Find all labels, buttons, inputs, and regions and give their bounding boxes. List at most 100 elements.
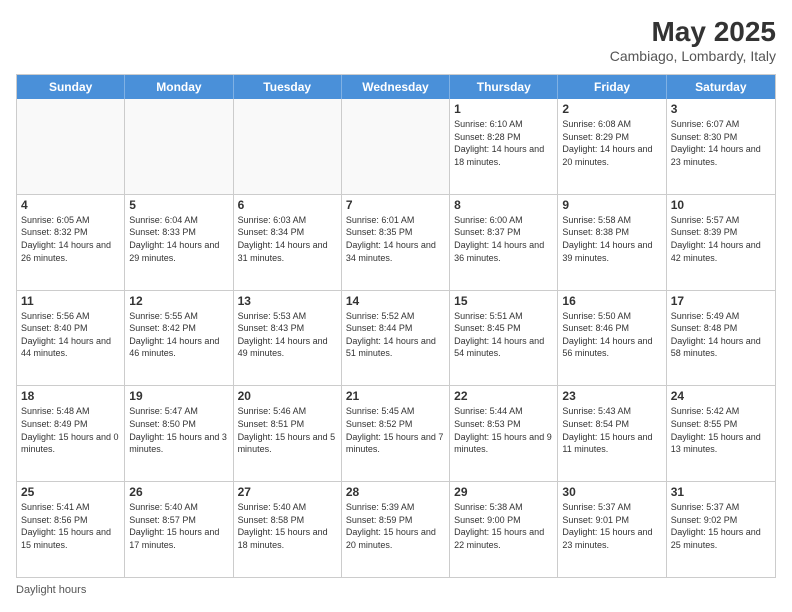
day-number: 21 <box>346 389 445 403</box>
cal-cell: 7 Sunrise: 6:01 AM Sunset: 8:35 PM Daylig… <box>342 195 450 290</box>
cell-info: Sunrise: 5:58 AM Sunset: 8:38 PM Dayligh… <box>562 214 661 264</box>
cal-cell <box>342 99 450 194</box>
cal-cell: 13Sunrise: 5:53 AM Sunset: 8:43 PM Dayli… <box>234 291 342 386</box>
calendar-header: SundayMondayTuesdayWednesdayThursdayFrid… <box>17 75 775 99</box>
cal-cell: 15Sunrise: 5:51 AM Sunset: 8:45 PM Dayli… <box>450 291 558 386</box>
cell-info: Sunrise: 5:50 AM Sunset: 8:46 PM Dayligh… <box>562 310 661 360</box>
subtitle: Cambiago, Lombardy, Italy <box>610 48 776 64</box>
cal-cell: 4Sunrise: 6:05 AM Sunset: 8:32 PM Daylig… <box>17 195 125 290</box>
header-cell-monday: Monday <box>125 75 233 99</box>
cal-cell: 6 Sunrise: 6:03 AM Sunset: 8:34 PM Daylig… <box>234 195 342 290</box>
cell-info: Sunrise: 5:46 AM Sunset: 8:51 PM Dayligh… <box>238 405 337 455</box>
cell-info: Sunrise: 6:08 AM Sunset: 8:29 PM Dayligh… <box>562 118 661 168</box>
day-number: 29 <box>454 485 553 499</box>
day-number: 24 <box>671 389 771 403</box>
cell-info: Sunrise: 5:40 AM Sunset: 8:57 PM Dayligh… <box>129 501 228 551</box>
cal-cell: 1 Sunrise: 6:10 AM Sunset: 8:28 PM Daylig… <box>450 99 558 194</box>
cal-cell: 20 Sunrise: 5:46 AM Sunset: 8:51 PM Dayli… <box>234 386 342 481</box>
day-number: 20 <box>238 389 337 403</box>
cell-info: Sunrise: 5:37 AM Sunset: 9:01 PM Dayligh… <box>562 501 661 551</box>
day-number: 19 <box>129 389 228 403</box>
cell-info: Sunrise: 5:37 AM Sunset: 9:02 PM Dayligh… <box>671 501 771 551</box>
cal-cell: 31Sunrise: 5:37 AM Sunset: 9:02 PM Dayli… <box>667 482 775 577</box>
cell-info: Sunrise: 5:56 AM Sunset: 8:40 PM Dayligh… <box>21 310 120 360</box>
week-row-4: 18Sunrise: 5:48 AM Sunset: 8:49 PM Dayli… <box>17 386 775 482</box>
cal-cell: 9 Sunrise: 5:58 AM Sunset: 8:38 PM Daylig… <box>558 195 666 290</box>
cal-cell: 21 Sunrise: 5:45 AM Sunset: 8:52 PM Dayli… <box>342 386 450 481</box>
cal-cell: 18Sunrise: 5:48 AM Sunset: 8:49 PM Dayli… <box>17 386 125 481</box>
page: May 2025 Cambiago, Lombardy, Italy Sunda… <box>0 0 792 612</box>
cell-info: Sunrise: 6:10 AM Sunset: 8:28 PM Dayligh… <box>454 118 553 168</box>
cal-cell: 8Sunrise: 6:00 AM Sunset: 8:37 PM Daylig… <box>450 195 558 290</box>
header-cell-thursday: Thursday <box>450 75 558 99</box>
cell-info: Sunrise: 6:07 AM Sunset: 8:30 PM Dayligh… <box>671 118 771 168</box>
day-number: 7 <box>346 198 445 212</box>
day-number: 22 <box>454 389 553 403</box>
day-number: 30 <box>562 485 661 499</box>
day-number: 25 <box>21 485 120 499</box>
cell-info: Sunrise: 5:47 AM Sunset: 8:50 PM Dayligh… <box>129 405 228 455</box>
cal-cell <box>234 99 342 194</box>
footer: Daylight hours <box>16 584 776 596</box>
cell-info: Sunrise: 5:52 AM Sunset: 8:44 PM Dayligh… <box>346 310 445 360</box>
day-number: 12 <box>129 294 228 308</box>
header-cell-wednesday: Wednesday <box>342 75 450 99</box>
header: May 2025 Cambiago, Lombardy, Italy <box>16 16 776 64</box>
cell-info: Sunrise: 5:41 AM Sunset: 8:56 PM Dayligh… <box>21 501 120 551</box>
calendar-body: 1 Sunrise: 6:10 AM Sunset: 8:28 PM Daylig… <box>17 99 775 577</box>
calendar: SundayMondayTuesdayWednesdayThursdayFrid… <box>16 74 776 578</box>
day-number: 9 <box>562 198 661 212</box>
cal-cell <box>17 99 125 194</box>
cal-cell: 27 Sunrise: 5:40 AM Sunset: 8:58 PM Dayli… <box>234 482 342 577</box>
cell-info: Sunrise: 6:03 AM Sunset: 8:34 PM Dayligh… <box>238 214 337 264</box>
cell-info: Sunrise: 6:01 AM Sunset: 8:35 PM Dayligh… <box>346 214 445 264</box>
cal-cell: 2Sunrise: 6:08 AM Sunset: 8:29 PM Daylig… <box>558 99 666 194</box>
cal-cell: 14Sunrise: 5:52 AM Sunset: 8:44 PM Dayli… <box>342 291 450 386</box>
cal-cell: 25 Sunrise: 5:41 AM Sunset: 8:56 PM Dayli… <box>17 482 125 577</box>
day-number: 6 <box>238 198 337 212</box>
logo <box>16 16 52 48</box>
cal-cell: 19 Sunrise: 5:47 AM Sunset: 8:50 PM Dayli… <box>125 386 233 481</box>
cal-cell: 23 Sunrise: 5:43 AM Sunset: 8:54 PM Dayli… <box>558 386 666 481</box>
day-number: 3 <box>671 102 771 116</box>
day-number: 28 <box>346 485 445 499</box>
header-cell-sunday: Sunday <box>17 75 125 99</box>
cell-info: Sunrise: 5:45 AM Sunset: 8:52 PM Dayligh… <box>346 405 445 455</box>
cell-info: Sunrise: 5:49 AM Sunset: 8:48 PM Dayligh… <box>671 310 771 360</box>
week-row-2: 4Sunrise: 6:05 AM Sunset: 8:32 PM Daylig… <box>17 195 775 291</box>
title-block: May 2025 Cambiago, Lombardy, Italy <box>610 16 776 64</box>
cell-info: Sunrise: 6:04 AM Sunset: 8:33 PM Dayligh… <box>129 214 228 264</box>
header-cell-tuesday: Tuesday <box>234 75 342 99</box>
cell-info: Sunrise: 5:44 AM Sunset: 8:53 PM Dayligh… <box>454 405 553 455</box>
cell-info: Sunrise: 5:55 AM Sunset: 8:42 PM Dayligh… <box>129 310 228 360</box>
header-cell-saturday: Saturday <box>667 75 775 99</box>
cell-info: Sunrise: 6:00 AM Sunset: 8:37 PM Dayligh… <box>454 214 553 264</box>
cell-info: Sunrise: 5:57 AM Sunset: 8:39 PM Dayligh… <box>671 214 771 264</box>
cell-info: Sunrise: 6:05 AM Sunset: 8:32 PM Dayligh… <box>21 214 120 264</box>
cal-cell: 11 Sunrise: 5:56 AM Sunset: 8:40 PM Dayli… <box>17 291 125 386</box>
day-number: 5 <box>129 198 228 212</box>
cell-info: Sunrise: 5:39 AM Sunset: 8:59 PM Dayligh… <box>346 501 445 551</box>
week-row-1: 1 Sunrise: 6:10 AM Sunset: 8:28 PM Daylig… <box>17 99 775 195</box>
cal-cell: 24Sunrise: 5:42 AM Sunset: 8:55 PM Dayli… <box>667 386 775 481</box>
cal-cell: 28 Sunrise: 5:39 AM Sunset: 8:59 PM Dayli… <box>342 482 450 577</box>
day-number: 15 <box>454 294 553 308</box>
day-number: 23 <box>562 389 661 403</box>
cell-info: Sunrise: 5:40 AM Sunset: 8:58 PM Dayligh… <box>238 501 337 551</box>
cell-info: Sunrise: 5:43 AM Sunset: 8:54 PM Dayligh… <box>562 405 661 455</box>
cell-info: Sunrise: 5:38 AM Sunset: 9:00 PM Dayligh… <box>454 501 553 551</box>
day-number: 17 <box>671 294 771 308</box>
day-number: 27 <box>238 485 337 499</box>
day-number: 18 <box>21 389 120 403</box>
cal-cell: 3 Sunrise: 6:07 AM Sunset: 8:30 PM Daylig… <box>667 99 775 194</box>
day-number: 1 <box>454 102 553 116</box>
cal-cell: 12 Sunrise: 5:55 AM Sunset: 8:42 PM Dayli… <box>125 291 233 386</box>
cell-info: Sunrise: 5:53 AM Sunset: 8:43 PM Dayligh… <box>238 310 337 360</box>
daylight-label: Daylight hours <box>16 584 86 596</box>
day-number: 11 <box>21 294 120 308</box>
header-cell-friday: Friday <box>558 75 666 99</box>
logo-icon <box>16 16 48 48</box>
day-number: 10 <box>671 198 771 212</box>
day-number: 16 <box>562 294 661 308</box>
cal-cell: 5 Sunrise: 6:04 AM Sunset: 8:33 PM Daylig… <box>125 195 233 290</box>
